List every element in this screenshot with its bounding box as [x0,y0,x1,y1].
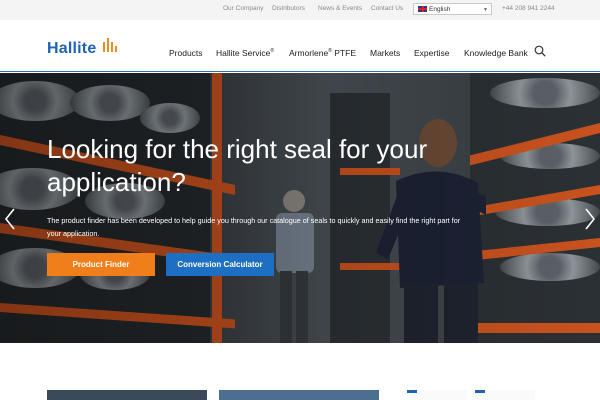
feature-card-image[interactable] [475,390,535,400]
language-value: English [429,6,451,13]
hallite-logo[interactable]: Hallite [47,38,117,58]
hero-description: The product finder has been developed to… [47,216,461,238]
news-events-link[interactable]: News & Events [318,5,362,12]
nav-markets[interactable]: Markets [370,48,400,58]
chevron-right-icon[interactable] [584,208,596,230]
hero-banner: Looking for the right seal for your appl… [0,73,600,343]
logo-text: Hallite [47,40,97,57]
uk-flag-icon [418,6,427,12]
nav-hallite-service[interactable]: Hallite Service® [216,48,274,58]
our-company-link[interactable]: Our Company [223,5,263,12]
search-icon[interactable] [534,45,546,57]
feature-cards [0,343,600,400]
feature-card-image[interactable] [407,390,467,400]
feature-card-image[interactable] [47,390,207,400]
nav-products[interactable]: Products [169,48,203,58]
conversion-calculator-button[interactable]: Conversion Calculator [166,253,274,276]
feature-card-image[interactable] [219,390,379,400]
distributors-link[interactable]: Distributors [272,5,305,12]
language-select[interactable]: English ▼ [413,3,492,15]
chevron-left-icon[interactable] [4,208,16,230]
product-finder-button[interactable]: Product Finder [47,253,155,276]
main-header: Hallite Products Hallite Service® Armorl… [0,20,600,72]
nav-expertise[interactable]: Expertise [414,48,449,58]
chevron-down-icon: ▼ [483,7,488,13]
hero-title: Looking for the right seal for your appl… [47,134,428,197]
logo-mark-icon [103,38,117,52]
nav-knowledge-bank[interactable]: Knowledge Bank [464,48,528,58]
nav-armorlene-ptfe[interactable]: Armorlene® PTFE [289,48,356,58]
contact-us-link[interactable]: Contact Us [371,5,403,12]
phone-number: +44 208 941 2244 [502,5,555,12]
utility-bar: Our Company Distributors News & Events C… [0,0,600,20]
